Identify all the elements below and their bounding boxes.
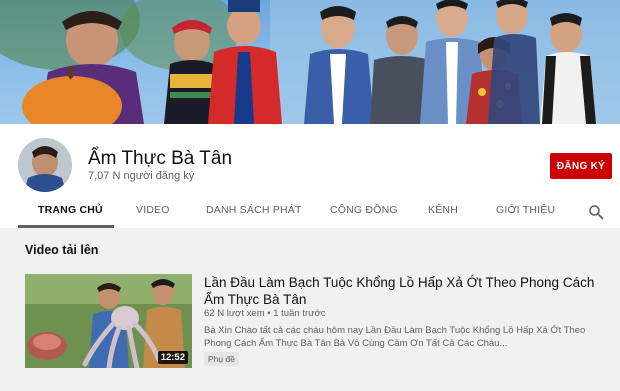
channel-name: Ẩm Thực Bà Tân xyxy=(88,148,233,169)
banner-artwork xyxy=(0,0,620,124)
channel-avatar[interactable] xyxy=(18,138,72,192)
avatar-image xyxy=(18,138,72,192)
subscribe-button[interactable]: ĐĂNG KÝ xyxy=(550,153,612,179)
video-description: Bà Xin Chào tất cả các cháu hôm nay Lần … xyxy=(204,325,586,349)
section-title-uploads[interactable]: Video tải lên xyxy=(25,243,98,257)
youtube-channel-page: Ẩm Thực Bà Tân 7,07 N người đăng ký ĐĂNG… xyxy=(0,0,620,391)
tab-channels[interactable]: KÊNH xyxy=(428,204,458,216)
search-icon[interactable] xyxy=(588,204,604,220)
channel-tabs: TRANG CHỦ VIDEO DANH SÁCH PHÁT CỘNG ĐỒNG… xyxy=(0,196,620,228)
tab-home[interactable]: TRANG CHỦ xyxy=(38,204,103,216)
video-thumbnail[interactable]: 12:52 xyxy=(25,274,192,368)
upload-age: 1 tuần trước xyxy=(273,308,326,319)
video-title[interactable]: Lần Đầu Làm Bạch Tuộc Khổng Lồ Hấp Xả Ớt… xyxy=(204,274,609,308)
tab-playlists[interactable]: DANH SÁCH PHÁT xyxy=(206,204,302,216)
channel-header: Ẩm Thực Bà Tân 7,07 N người đăng ký ĐĂNG… xyxy=(0,124,620,228)
subtitles-badge: Phụ đề xyxy=(204,352,239,366)
video-duration: 12:52 xyxy=(157,351,188,364)
active-tab-indicator xyxy=(18,225,114,228)
tab-about[interactable]: GIỚI THIỆU xyxy=(496,204,555,216)
subscriber-count: 7,07 N người đăng ký xyxy=(88,170,195,182)
video-meta: 62 N lượt xem • 1 tuần trước xyxy=(204,308,325,319)
channel-banner xyxy=(0,0,620,124)
meta-separator: • xyxy=(267,308,271,319)
tab-community[interactable]: CỘNG ĐỒNG xyxy=(330,204,398,216)
tab-videos[interactable]: VIDEO xyxy=(136,204,170,216)
view-count: 62 N lượt xem xyxy=(204,308,265,319)
